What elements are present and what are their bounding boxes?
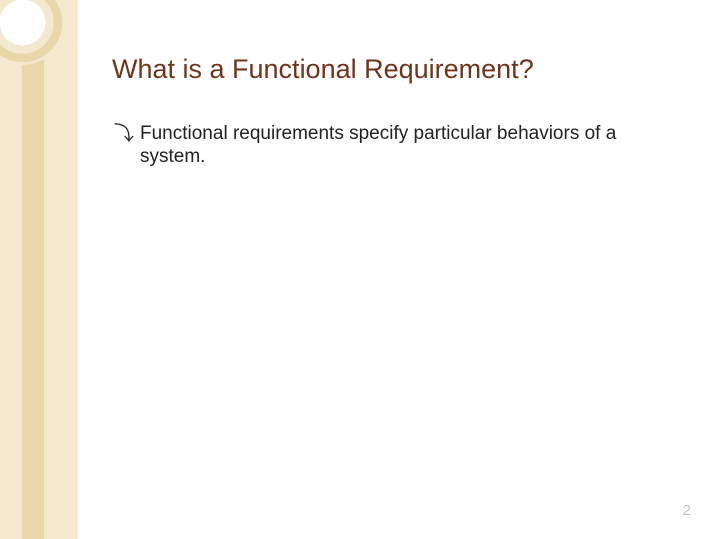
slide-title: What is a Functional Requirement? <box>112 54 534 85</box>
bullet-item: ⤵ Functional requirements specify partic… <box>114 122 659 168</box>
bullet-glyph-icon: ⤵ <box>114 123 134 146</box>
bullet-text: Functional requirements specify particul… <box>140 122 659 168</box>
page-number: 2 <box>683 502 691 519</box>
left-decorative-band <box>0 0 78 539</box>
